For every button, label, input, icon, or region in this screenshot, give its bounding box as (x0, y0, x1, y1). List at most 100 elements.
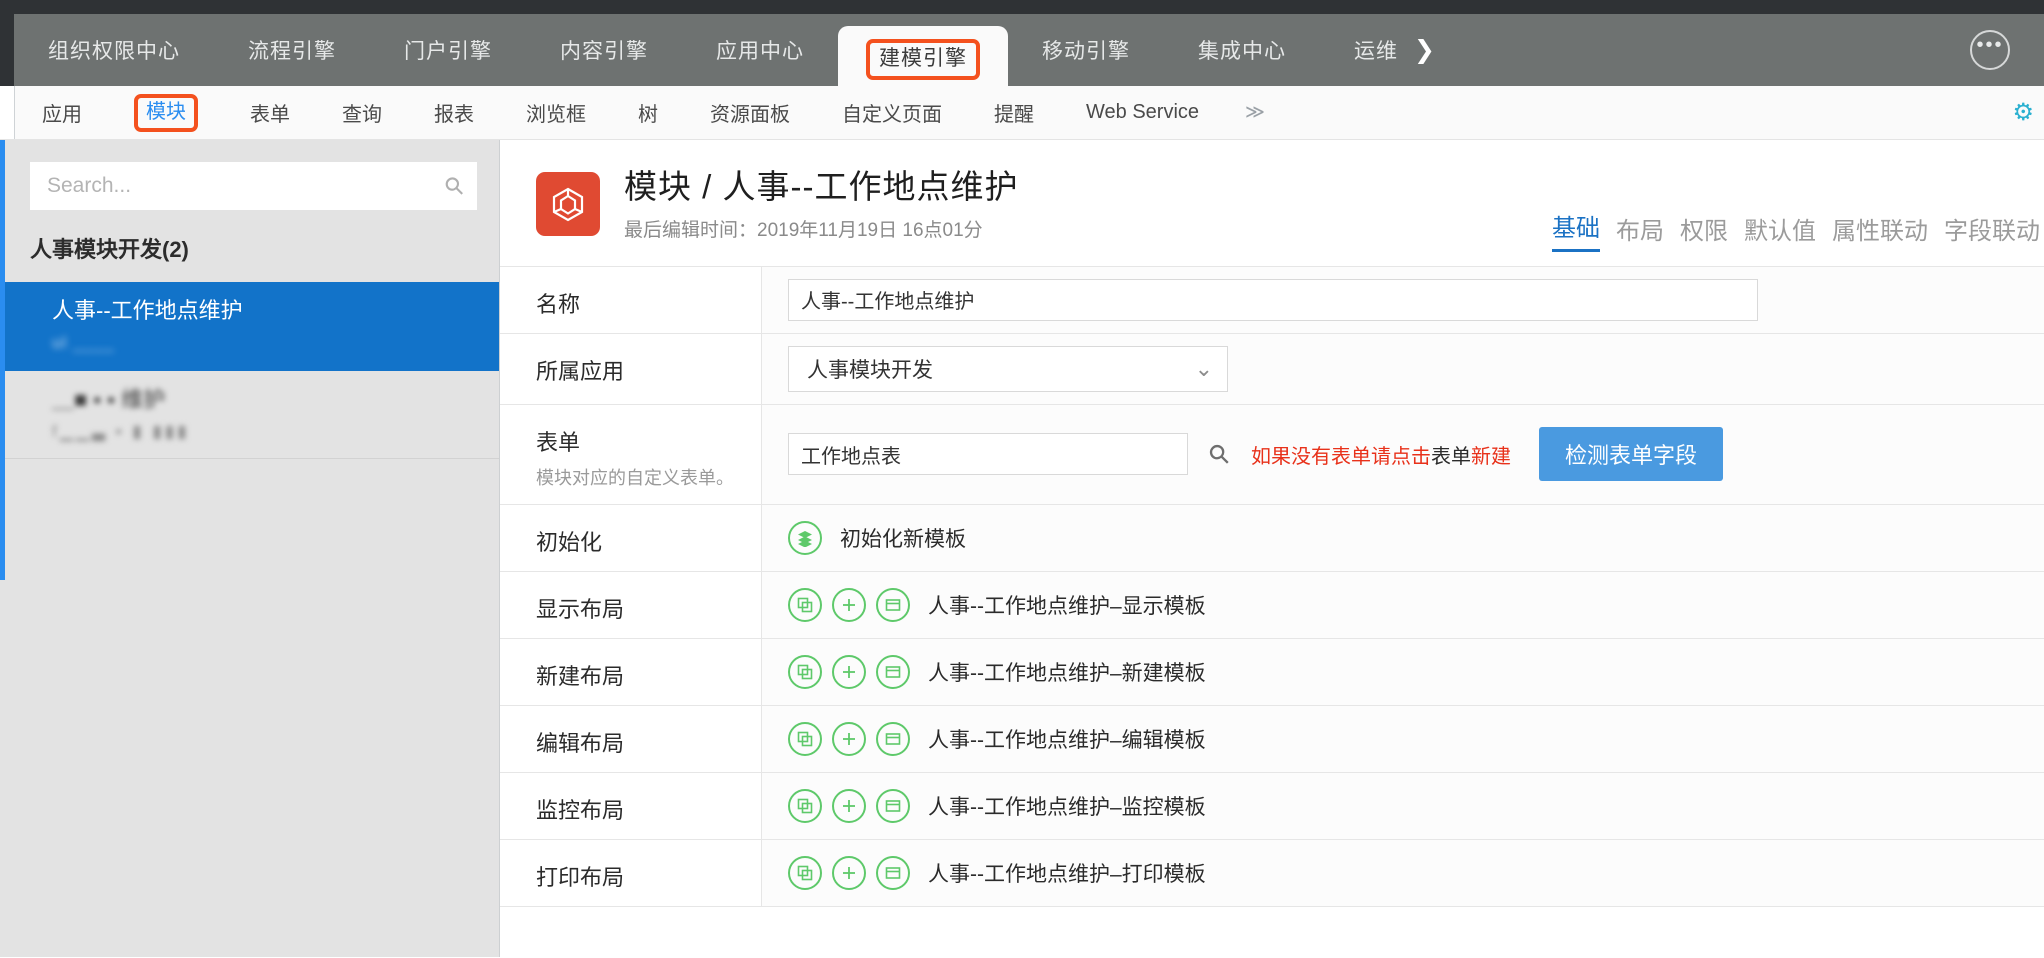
plus-icon[interactable] (832, 721, 866, 756)
copy-icon[interactable] (788, 855, 822, 890)
primary-nav-item-portal[interactable]: 门户引擎 (370, 14, 526, 86)
list-item[interactable]: ＿■ ▪ ▪ 维护 f▁▁▃ ▪ ▮ ▮▮▮ (0, 371, 499, 460)
secondary-nav-item-webservice[interactable]: Web Service (1060, 86, 1225, 139)
feature-tabs: 基础 布局 权限 默认值 属性联动 字段联动 (1552, 208, 2040, 252)
primary-nav-item-mobile[interactable]: 移动引擎 (1008, 14, 1164, 86)
application-select-value: 人事模块开发 (807, 358, 933, 382)
search-box[interactable]: ⚲ (30, 162, 477, 210)
primary-nav-item-process[interactable]: 流程引擎 (214, 14, 370, 86)
plus-icon[interactable] (832, 587, 866, 622)
icon-group (788, 654, 920, 689)
primary-nav-item-content[interactable]: 内容引擎 (526, 14, 682, 86)
primary-nav-label: 门户引擎 (404, 40, 492, 63)
template-name[interactable]: 人事--工作地点维护–新建模板 (928, 657, 1206, 687)
field-label: 监控布局 (536, 797, 625, 823)
plus-icon[interactable] (832, 788, 866, 823)
primary-nav-item-org[interactable]: 组织权限中心 (14, 14, 214, 86)
field-hint: 模块对应的自定义表单。 (536, 467, 734, 488)
note-mid: 表单 (1431, 445, 1472, 468)
secondary-nav-label: 提醒 (994, 104, 1034, 126)
window-icon[interactable] (876, 721, 910, 756)
tab-layout[interactable]: 布局 (1616, 211, 1664, 252)
secondary-nav-item-custompage[interactable]: 自定义页面 (816, 86, 968, 139)
sidebar-search-wrap: ⚲ (0, 140, 499, 210)
form-row-monitor-layout: 监控布局 人事--工作地点维护–监控模板 (500, 772, 2044, 840)
secondary-nav-item-reminder[interactable]: 提醒 (968, 86, 1060, 139)
page-title: 模块 / 人事--工作地点维护 (624, 168, 1019, 205)
secondary-nav-item-query[interactable]: 查询 (316, 86, 408, 139)
field-label: 显示布局 (536, 596, 625, 622)
secondary-nav-item-module[interactable]: 模块 (108, 86, 224, 139)
secondary-nav-item-tree[interactable]: 树 (612, 86, 684, 139)
form-row-print-layout: 打印布局 人事--工作地点维护–打印模板 (500, 839, 2044, 907)
window-icon[interactable] (876, 788, 910, 823)
icon-group (788, 855, 920, 890)
copy-icon[interactable] (788, 587, 822, 622)
secondary-nav-item-browsebox[interactable]: 浏览框 (500, 86, 612, 139)
tab-permission[interactable]: 权限 (1680, 211, 1728, 252)
field-label: 打印布局 (536, 864, 625, 890)
tab-default-value[interactable]: 默认值 (1744, 211, 1816, 252)
primary-nav-item-integration[interactable]: 集成中心 (1164, 14, 1320, 86)
copy-icon[interactable] (788, 721, 822, 756)
window-icon[interactable] (876, 654, 910, 689)
chevron-right-icon[interactable]: ❯ (1414, 37, 1445, 63)
list-item-title: 人事--工作地点维护 (52, 298, 243, 323)
template-name[interactable]: 初始化新模板 (840, 523, 966, 553)
tab-basic[interactable]: 基础 (1552, 208, 1600, 252)
search-icon[interactable]: ⚲ (1202, 437, 1237, 472)
note-suffix[interactable]: 新建 (1471, 446, 1511, 468)
window-icon[interactable] (876, 855, 910, 890)
form-row-field-cell (762, 266, 2044, 333)
more-options-icon[interactable]: ••• (1970, 30, 2010, 70)
list-item-title: ＿■ ▪ ▪ 维护 (52, 386, 166, 412)
cube-icon (536, 172, 600, 236)
list-item[interactable]: 人事--工作地点维护 ul ____ (0, 282, 499, 371)
template-name[interactable]: 人事--工作地点维护–打印模板 (928, 858, 1206, 888)
plus-icon[interactable] (832, 654, 866, 689)
copy-icon[interactable] (788, 788, 822, 823)
secondary-navigation: 应用 模块 表单 查询 报表 浏览框 树 资源面板 自定义页面 提醒 Web S… (0, 86, 2044, 140)
name-input[interactable] (788, 278, 1758, 321)
field-label: 新建布局 (536, 663, 625, 689)
secondary-nav-item-form[interactable]: 表单 (224, 86, 316, 139)
main-header-text: 模块 / 人事--工作地点维护 最后编辑时间：2019年11月19日 16点01… (624, 168, 1018, 242)
chevron-double-down-icon[interactable]: ≫ (1225, 101, 1285, 124)
window-icon[interactable] (876, 587, 910, 622)
template-name[interactable]: 人事--工作地点维护–编辑模板 (928, 724, 1206, 754)
search-input[interactable] (47, 174, 447, 198)
form-rows: 名称 所属应用 人事模块开发 ⌄ (500, 265, 2044, 907)
body: ⚲ 人事模块开发(2) 人事--工作地点维护 ul ____ ＿■ ▪ ▪ 维护… (0, 140, 2044, 957)
secondary-nav-label: 树 (638, 104, 658, 126)
primary-nav-item-appcenter[interactable]: 应用中心 (682, 14, 838, 86)
form-row-label-cell: 名称 (500, 266, 762, 333)
layers-icon[interactable] (788, 520, 822, 555)
primary-nav-item-modeling[interactable]: 建模引擎 (838, 26, 1008, 86)
icon-group (788, 721, 920, 756)
template-name[interactable]: 人事--工作地点维护–显示模板 (928, 590, 1206, 620)
form-row-label-cell: 所属应用 (500, 333, 762, 404)
form-row-display-layout: 显示布局 人事--工作地点维护–显示模板 (500, 571, 2044, 639)
tab-property-link[interactable]: 属性联动 (1832, 211, 1928, 252)
copy-icon[interactable] (788, 654, 822, 689)
primary-nav-label: 建模引擎 (866, 38, 980, 80)
form-name-input[interactable] (788, 433, 1188, 476)
secondary-nav-item-app[interactable]: 应用 (16, 86, 108, 139)
application-select[interactable]: 人事模块开发 ⌄ (788, 345, 1228, 392)
gear-icon[interactable]: ⚙ (2012, 98, 2034, 127)
list-item-subtitle: ul ____ (52, 332, 115, 352)
form-row-label-cell: 监控布局 (500, 772, 762, 839)
plus-icon[interactable] (832, 855, 866, 890)
form-row-label-cell: 编辑布局 (500, 705, 762, 772)
form-row-field-cell: 人事--工作地点维护–编辑模板 (762, 705, 2044, 772)
secondary-nav-item-report[interactable]: 报表 (408, 86, 500, 139)
template-name[interactable]: 人事--工作地点维护–监控模板 (928, 791, 1206, 821)
primary-nav-label: 运维 (1354, 40, 1398, 63)
detect-form-fields-button[interactable]: 检测表单字段 (1539, 427, 1724, 482)
field-label: 编辑布局 (536, 730, 625, 756)
primary-nav-label: 移动引擎 (1042, 40, 1130, 63)
secondary-nav-item-resourcepanel[interactable]: 资源面板 (684, 86, 816, 139)
secondary-nav-label: 自定义页面 (842, 104, 942, 126)
form-row-field-cell: 人事模块开发 ⌄ (762, 333, 2044, 404)
tab-field-link[interactable]: 字段联动 (1944, 211, 2040, 252)
